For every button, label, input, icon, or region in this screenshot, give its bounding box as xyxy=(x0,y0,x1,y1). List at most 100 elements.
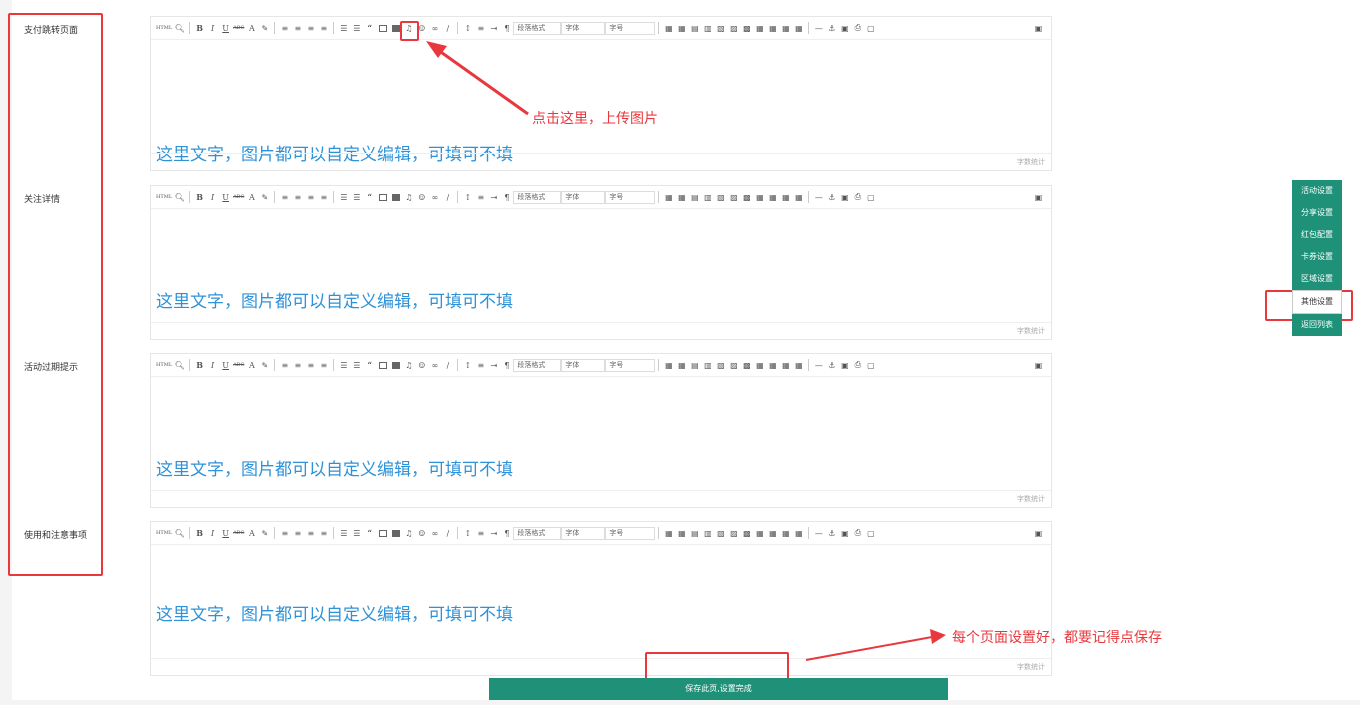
zoom-icon[interactable]: 🔍︎ xyxy=(173,526,186,540)
unordered-list-icon[interactable]: ☰ xyxy=(350,526,363,540)
table-icon[interactable]: ▦ xyxy=(662,526,675,540)
html-source-button[interactable]: HTML xyxy=(155,190,173,204)
highlight-icon[interactable]: ✎︎ xyxy=(258,526,271,540)
unordered-list-icon[interactable]: ☰ xyxy=(350,21,363,35)
table-row-icon[interactable]: ▤ xyxy=(688,526,701,540)
table-split-icon[interactable]: ▨ xyxy=(727,526,740,540)
quote-icon[interactable]: “ xyxy=(363,21,376,35)
zoom-icon[interactable]: 🔍︎ xyxy=(173,190,186,204)
table-delete-icon[interactable]: ▩ xyxy=(740,358,753,372)
italic-button[interactable]: I xyxy=(206,358,219,372)
highlight-icon[interactable]: ✎︎ xyxy=(258,190,271,204)
font-size-select[interactable]: 字号 xyxy=(605,358,656,372)
horizontal-rule-icon[interactable]: — xyxy=(812,358,825,372)
image-upload-icon[interactable] xyxy=(376,526,389,540)
preview-icon[interactable]: ▢ xyxy=(864,526,877,540)
italic-button[interactable]: I xyxy=(206,21,219,35)
indent-icon[interactable]: ⇥ xyxy=(487,21,500,35)
print-icon[interactable]: ⎙ xyxy=(851,190,864,204)
font-color-button[interactable]: A xyxy=(245,526,258,540)
table-align-icon[interactable]: ▦ xyxy=(792,21,805,35)
font-color-button[interactable]: A xyxy=(245,358,258,372)
strikethrough-button[interactable]: ABC xyxy=(232,190,245,204)
eraser-icon[interactable]: ∕ xyxy=(441,358,454,372)
table-align-icon[interactable]: ▦ xyxy=(792,358,805,372)
print-icon[interactable]: ⎙ xyxy=(851,526,864,540)
sidenav-item-redpacket[interactable]: 红包配置 xyxy=(1292,224,1342,246)
font-color-button[interactable]: A xyxy=(245,21,258,35)
table-split-icon[interactable]: ▨ xyxy=(727,358,740,372)
fullscreen-icon[interactable]: ▣ xyxy=(1032,358,1045,372)
underline-button[interactable]: U xyxy=(219,358,232,372)
file-icon[interactable] xyxy=(389,526,402,540)
file-icon[interactable] xyxy=(389,358,402,372)
eraser-icon[interactable]: ∕ xyxy=(441,526,454,540)
table-merge-icon[interactable]: ▧ xyxy=(714,358,727,372)
emoji-icon[interactable]: ☺ xyxy=(415,358,428,372)
image-upload-icon[interactable] xyxy=(376,190,389,204)
html-source-button[interactable]: HTML xyxy=(155,21,173,35)
quote-icon[interactable]: “ xyxy=(363,358,376,372)
anchor-icon[interactable]: ⚓︎ xyxy=(825,526,838,540)
table-insert-icon[interactable]: ▦ xyxy=(675,190,688,204)
table-col-icon[interactable]: ▥ xyxy=(701,190,714,204)
editor-content-area[interactable]: 这里文字，图片都可以自定义编辑，可填可不填 xyxy=(151,545,1051,660)
link-icon[interactable]: ∞ xyxy=(428,21,441,35)
align-right-icon[interactable]: ≡ xyxy=(304,526,317,540)
table-cell-icon[interactable]: ▦ xyxy=(766,21,779,35)
align-justify-icon[interactable]: ≡ xyxy=(317,190,330,204)
font-family-select[interactable]: 字体 xyxy=(561,526,606,540)
anchor-icon[interactable]: ⚓︎ xyxy=(825,358,838,372)
table-row-icon[interactable]: ▤ xyxy=(688,190,701,204)
ordered-list-icon[interactable]: ☰ xyxy=(337,21,350,35)
table-split-icon[interactable]: ▨ xyxy=(727,190,740,204)
eraser-icon[interactable]: ∕ xyxy=(441,190,454,204)
music-icon[interactable]: ♫ xyxy=(402,190,415,204)
table-props-icon[interactable]: ▦ xyxy=(753,526,766,540)
table-border-icon[interactable]: ▦ xyxy=(779,358,792,372)
template-icon[interactable]: ▣ xyxy=(838,190,851,204)
underline-button[interactable]: U xyxy=(219,190,232,204)
template-icon[interactable]: ▣ xyxy=(838,526,851,540)
eraser-icon[interactable]: ∕ xyxy=(441,21,454,35)
text-format-icon[interactable]: ≡ xyxy=(474,190,487,204)
strikethrough-button[interactable]: ABC xyxy=(232,21,245,35)
sidenav-item-region[interactable]: 区域设置 xyxy=(1292,268,1342,290)
editor-content-area[interactable]: 这里文字，图片都可以自定义编辑，可填可不填 xyxy=(151,377,1051,492)
underline-button[interactable]: U xyxy=(219,526,232,540)
italic-button[interactable]: I xyxy=(206,190,219,204)
horizontal-rule-icon[interactable]: — xyxy=(812,190,825,204)
align-right-icon[interactable]: ≡ xyxy=(304,21,317,35)
line-height-icon[interactable]: ↕ xyxy=(461,526,474,540)
table-icon[interactable]: ▦ xyxy=(662,358,675,372)
align-left-icon[interactable]: ≡ xyxy=(278,21,291,35)
paragraph-format-select[interactable]: 段落格式 xyxy=(513,190,562,204)
table-icon[interactable]: ▦ xyxy=(662,21,675,35)
rich-editor-follow[interactable]: HTML 🔍︎ B I U ABC A ✎︎ ≡ ≡ ≡ ≡ ☰ ☰ “ ♫ ☺… xyxy=(150,185,1052,340)
strikethrough-button[interactable]: ABC xyxy=(232,526,245,540)
zoom-icon[interactable]: 🔍︎ xyxy=(173,21,186,35)
italic-button[interactable]: I xyxy=(206,526,219,540)
rich-editor-usage[interactable]: HTML 🔍︎ B I U ABC A ✎︎ ≡ ≡ ≡ ≡ ☰ ☰ “ ♫ ☺… xyxy=(150,521,1052,676)
image-upload-icon[interactable] xyxy=(376,358,389,372)
ordered-list-icon[interactable]: ☰ xyxy=(337,190,350,204)
template-icon[interactable]: ▣ xyxy=(838,358,851,372)
editor-content-area[interactable]: 这里文字，图片都可以自定义编辑，可填可不填 xyxy=(151,209,1051,324)
paragraph-icon[interactable]: ¶ xyxy=(500,21,513,35)
preview-icon[interactable]: ▢ xyxy=(864,190,877,204)
table-col-icon[interactable]: ▥ xyxy=(701,21,714,35)
strikethrough-button[interactable]: ABC xyxy=(232,358,245,372)
paragraph-format-select[interactable]: 段落格式 xyxy=(513,358,562,372)
table-split-icon[interactable]: ▨ xyxy=(727,21,740,35)
indent-icon[interactable]: ⇥ xyxy=(487,358,500,372)
emoji-icon[interactable]: ☺ xyxy=(415,526,428,540)
table-merge-icon[interactable]: ▧ xyxy=(714,526,727,540)
ordered-list-icon[interactable]: ☰ xyxy=(337,526,350,540)
indent-icon[interactable]: ⇥ xyxy=(487,526,500,540)
align-justify-icon[interactable]: ≡ xyxy=(317,526,330,540)
table-border-icon[interactable]: ▦ xyxy=(779,21,792,35)
indent-icon[interactable]: ⇥ xyxy=(487,190,500,204)
align-center-icon[interactable]: ≡ xyxy=(291,190,304,204)
rich-editor-expired[interactable]: HTML 🔍︎ B I U ABC A ✎︎ ≡ ≡ ≡ ≡ ☰ ☰ “ ♫ ☺… xyxy=(150,353,1052,508)
paragraph-format-select[interactable]: 段落格式 xyxy=(513,526,562,540)
